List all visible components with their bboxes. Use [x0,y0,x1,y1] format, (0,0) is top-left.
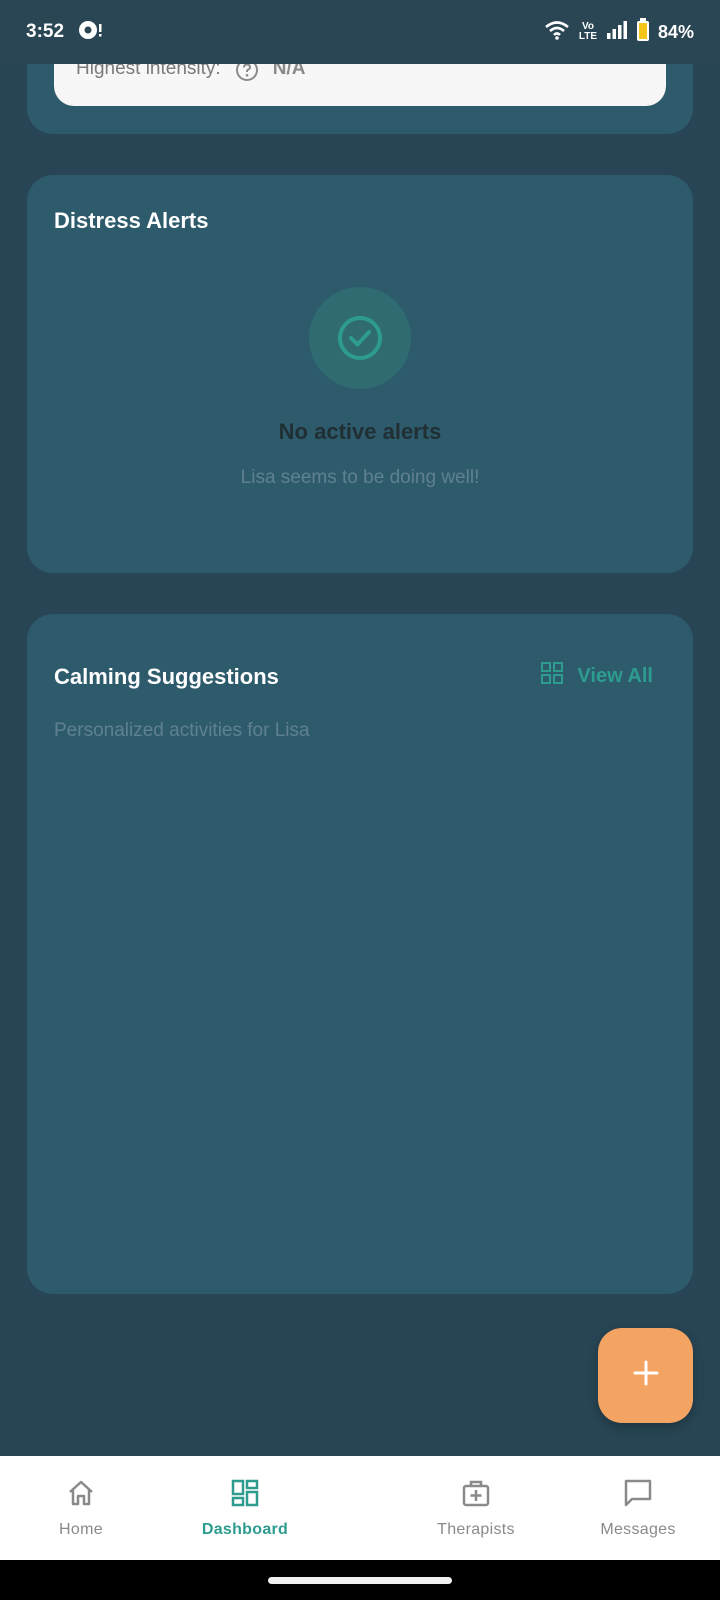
volte-icon: Vo LTE [578,21,598,42]
calming-subtext: Personalized activities for Lisa [54,720,310,741]
add-fab-button[interactable] [598,1328,693,1423]
home-gesture-pill[interactable] [268,1577,452,1584]
app-notification-icon [78,19,104,46]
home-icon [66,1478,96,1513]
calming-suggestions-card: Calming Suggestions View All Personalize… [27,614,693,1294]
view-all-label: View All [577,664,653,687]
nav-dashboard-label: Dashboard [201,1521,289,1538]
check-circle-icon [309,287,411,389]
gesture-navigation-bar [0,1560,720,1600]
battery-icon [636,17,650,47]
nav-dashboard[interactable]: Dashboard [175,1456,315,1560]
plus-icon [632,1359,660,1392]
status-left: 3:52 [26,19,104,46]
view-all-button[interactable]: View All [541,662,653,690]
distress-alerts-card: Distress Alerts No active alerts Lisa se… [27,175,693,573]
distress-alerts-title: Distress Alerts [54,208,209,233]
status-bar: 3:52 Vo LTE 84% [0,0,720,64]
no-alerts-heading: No active alerts [278,419,442,444]
grid-icon [541,662,564,690]
bottom-navigation: Home Dashboard Therapists Messages [0,1456,720,1560]
nav-messages[interactable]: Messages [568,1456,708,1560]
no-alerts-subtext: Lisa seems to be doing well! [240,467,480,488]
nav-home-label: Home [59,1521,103,1538]
nav-therapists-label: Therapists [437,1521,515,1538]
calming-suggestions-title: Calming Suggestions [54,664,279,689]
medical-kit-icon [461,1478,491,1513]
battery-percent: 84% [657,21,694,42]
message-icon [623,1478,653,1513]
dashboard-icon [230,1478,260,1513]
signal-icon [606,20,628,45]
nav-messages-label: Messages [600,1521,676,1538]
status-time: 3:52 [26,21,65,42]
nav-home[interactable]: Home [11,1456,151,1560]
wifi-icon [544,19,570,46]
nav-therapists[interactable]: Therapists [406,1456,546,1560]
status-right: Vo LTE 84% [544,17,694,47]
